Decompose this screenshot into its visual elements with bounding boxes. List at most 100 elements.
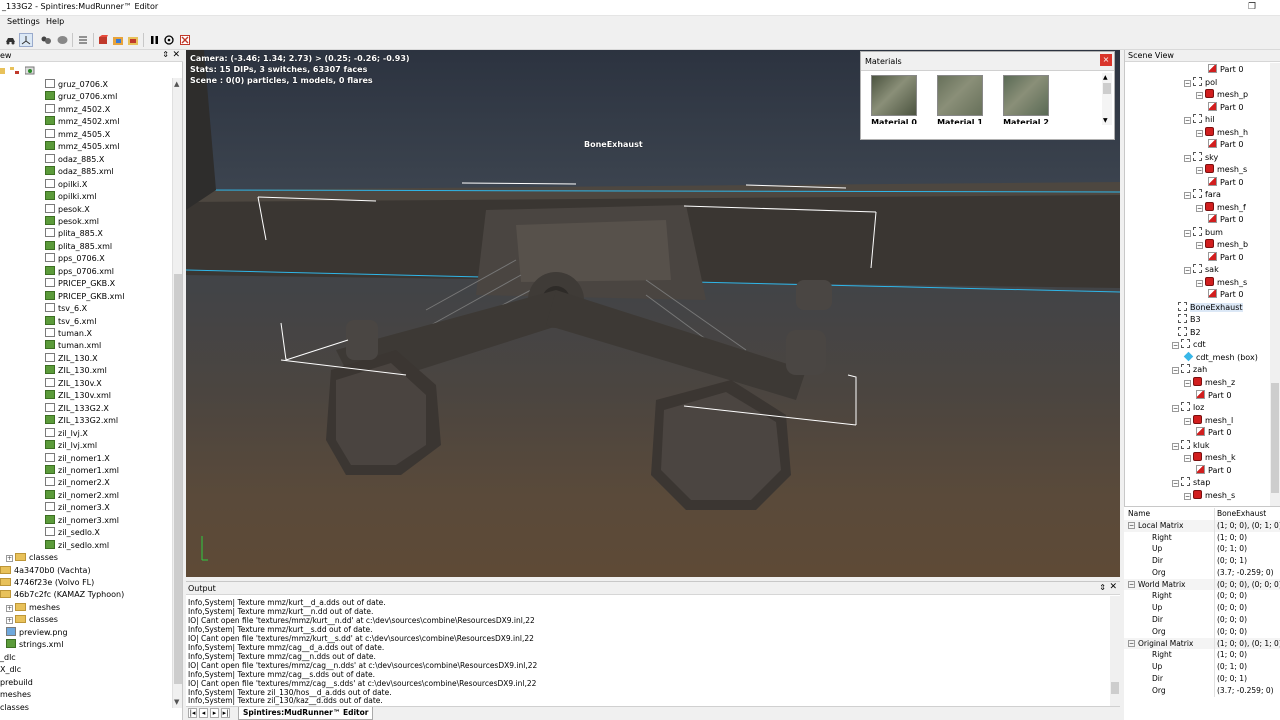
property-row[interactable]: Org (3.7; -0.259; 0) [1124,566,1280,579]
folder-tree-row[interactable]: meshes [0,689,31,702]
scene-tree-row[interactable]: − mesh_s [1184,489,1235,503]
expand-icon[interactable]: − [1184,117,1191,125]
expand-icon[interactable]: − [1184,154,1191,162]
property-value[interactable]: (0; 0; 1) [1217,555,1280,566]
folder-tree-row[interactable]: + classes [6,614,58,627]
close-icon[interactable]: × [1100,54,1112,66]
material-thumbnail[interactable] [937,75,983,116]
expand-icon[interactable]: − [1184,267,1191,275]
property-category[interactable]: −World Matrix (0; 0; 0), (0; 0; 0), (0 [1124,578,1280,591]
scene-tree-row[interactable]: − mesh_f [1196,201,1246,215]
car-icon[interactable] [3,33,17,47]
scene-tree-row[interactable]: B2 [1178,326,1201,340]
scrollbar-thumb[interactable] [1103,83,1111,94]
close-icon[interactable]: ✕ [1109,582,1117,592]
scene-tree-row[interactable]: BoneExhaust [1178,301,1243,315]
tab-nav-last[interactable]: ▸| [221,708,230,718]
property-row[interactable]: Right (1; 0; 0) [1124,531,1280,544]
scene-tree-row[interactable]: Part 0 [1208,214,1243,227]
expand-icon[interactable]: − [1184,455,1191,463]
file-tree-row[interactable]: pps_0706.xml [45,265,114,279]
expand-icon[interactable]: − [1184,229,1191,237]
folder-open-icon[interactable] [111,33,125,47]
file-tree-row[interactable]: gruz_0706.xml [45,91,117,104]
file-tree-row[interactable]: ZIL_133G2.X [45,402,109,416]
file-tree-row[interactable]: mmz_4502.xml [45,116,119,129]
folder-tree-row[interactable]: preview.png [6,626,68,640]
folder-tree-row[interactable]: 4a3470b0 (Vachta) [0,565,91,578]
file-tree-row[interactable]: odaz_885.X [45,153,104,167]
property-row[interactable]: Right (1; 0; 0) [1124,649,1280,662]
menu-settings[interactable]: Settings [7,17,40,26]
output-scrollbar[interactable] [1110,596,1120,708]
scene-tree-row[interactable]: − fara [1184,189,1221,202]
tree-icon[interactable] [10,66,20,75]
scene-tree-row[interactable]: − zah [1172,364,1207,377]
folder-tree-row[interactable]: strings.xml [6,639,63,652]
scene-tree-row[interactable]: − loz [1172,402,1204,415]
file-tree-row[interactable]: zil_nomer1.X [45,452,110,466]
expand-icon[interactable]: − [1196,129,1203,137]
expand-icon[interactable]: − [1184,192,1191,200]
file-tree-row[interactable]: mmz_4505.X [45,128,110,142]
scene-tree-row[interactable]: − mesh_h [1196,126,1248,140]
file-tree-row[interactable]: plita_885.X [45,228,103,241]
property-value[interactable]: (1; 0; 0) [1217,532,1280,543]
scene-tree-row[interactable]: Part 0 [1196,464,1231,478]
file-tree-row[interactable]: ZIL_130.X [45,352,98,366]
property-value[interactable]: (0; 1; 0) [1217,543,1280,554]
collapse-icon[interactable]: − [1128,521,1135,529]
materials-scrollbar[interactable]: ▲ ▼ [1102,73,1112,125]
material-thumbnail[interactable] [1003,75,1049,116]
property-category[interactable]: −Original Matrix (1; 0; 0), (0; 1; 0), (0 [1124,637,1280,650]
file-tree-row[interactable]: opilki.X [45,178,87,192]
expand-icon[interactable]: − [1196,279,1203,287]
expand-icon[interactable]: − [1184,79,1191,87]
file-tree-row[interactable]: zil_sedlo.xml [45,539,109,553]
scene-tree-row[interactable]: − kluk [1172,439,1210,453]
folder-tree-row[interactable]: 4746f23e (Volvo FL) [0,577,94,590]
close-icon[interactable]: ✕ [172,50,180,60]
file-tree-row[interactable]: zil_lvj.X [45,427,88,441]
scene-tree-row[interactable]: Part 0 [1208,289,1243,302]
scene-tree-row[interactable]: − cdt [1172,339,1206,352]
file-tree-row[interactable]: ZIL_130v.xml [45,390,111,403]
refresh-icon[interactable] [25,66,35,75]
scene-tree-row[interactable]: − sak [1184,264,1219,277]
folder-tree-row[interactable]: + classes [6,552,58,565]
expand-icon[interactable]: + [6,555,13,563]
file-tree-row[interactable]: ZIL_130.xml [45,365,107,378]
expand-icon[interactable]: + [6,617,13,625]
scene-tree-row[interactable]: − mesh_l [1184,414,1233,428]
collapse-icon[interactable]: − [1128,580,1135,588]
file-tree-row[interactable]: zil_nomer3.X [45,502,110,515]
scene-tree-row[interactable]: − pol [1184,76,1217,90]
file-tree-row[interactable]: plita_885.xml [45,240,112,254]
file-tree-row[interactable]: mmz_4502.X [45,103,110,117]
zoom-icon[interactable] [162,33,176,47]
property-value[interactable]: (0; 0; 0) [1217,614,1280,625]
tab-editor[interactable]: Spintires:MudRunner™ Editor [238,707,374,720]
property-row[interactable]: Right (0; 0; 0) [1124,590,1280,603]
folder-tree-row[interactable]: 46b7c2fc (KAMAZ Typhoon) [0,589,124,602]
file-tree-row[interactable]: tuman.X [45,328,92,341]
property-value[interactable]: (0; 0; 0) [1217,602,1280,613]
file-tree-row[interactable]: odaz_885.xml [45,166,114,179]
scroll-down-icon[interactable]: ▼ [1103,117,1108,124]
property-value[interactable]: (3.7; -0.259; 0) [1217,567,1280,578]
scene-tree-row[interactable]: − sky [1184,151,1218,165]
folder-tree-row[interactable]: + meshes [6,602,60,615]
scroll-up-icon[interactable]: ▲ [174,80,179,88]
file-tree-row[interactable]: ZIL_130v.X [45,377,102,391]
property-row[interactable]: Up (0; 1; 0) [1124,543,1280,556]
material-thumbnail[interactable] [871,75,917,116]
property-row[interactable]: Up (0; 1; 0) [1124,661,1280,674]
scene-tree-row[interactable]: Part 0 [1208,176,1243,190]
scene-tree-row[interactable]: Part 0 [1208,139,1243,152]
scene-tree-row[interactable]: Part 0 [1208,251,1243,265]
scene-tree-row[interactable]: Part 0 [1208,101,1243,115]
cloud-icon[interactable] [55,33,69,47]
file-tree-row[interactable]: pesok.X [45,203,90,217]
scene-tree-row[interactable]: Part 0 [1208,64,1243,77]
scene-tree-row[interactable]: − mesh_z [1184,377,1235,390]
